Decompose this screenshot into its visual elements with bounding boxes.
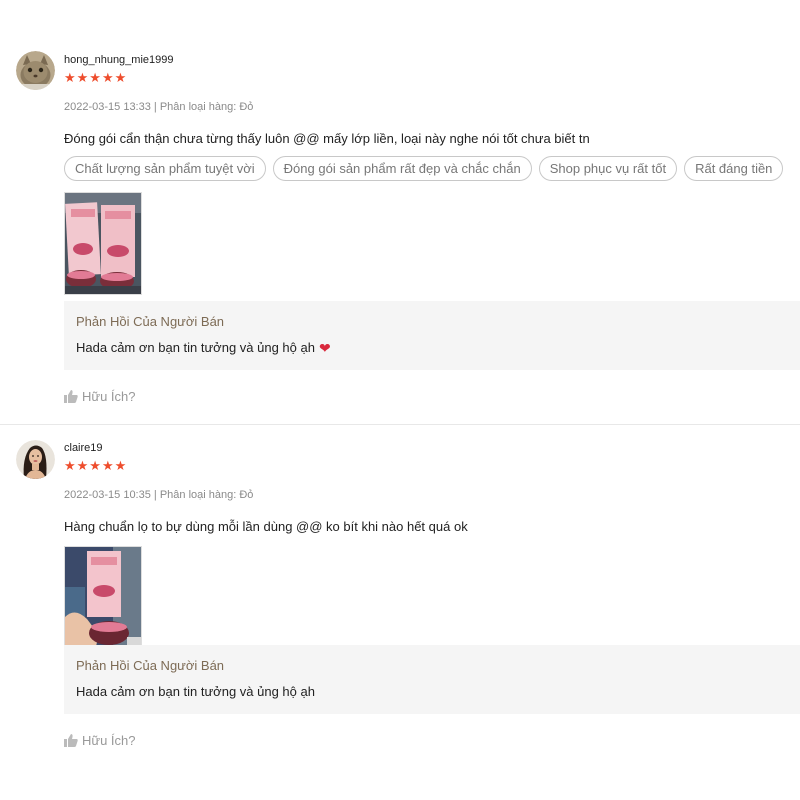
- review-tag: Chất lượng sản phẩm tuyệt vời: [64, 156, 266, 181]
- star-rating: ★★★★★: [64, 458, 128, 473]
- username[interactable]: hong_nhung_mie1999: [64, 54, 800, 66]
- seller-reply-text: Hada cảm ơn bạn tin tưởng và ủng hộ ạh: [76, 340, 315, 355]
- review-item: claire19 ★★★★★ 2022-03-15 10:35 | Phân l…: [0, 426, 800, 800]
- heart-icon: ❤: [318, 340, 331, 356]
- avatar[interactable]: [16, 51, 55, 90]
- review-tag: Rất đáng tiền: [684, 156, 784, 181]
- seller-reply-title: Phản Hồi Của Người Bán: [76, 314, 225, 329]
- review-tag: Shop phục vụ rất tốt: [538, 156, 678, 181]
- review-photo[interactable]: [64, 546, 142, 649]
- review-meta: 2022-03-15 13:33 | Phân loại hàng: Đỏ: [64, 101, 254, 113]
- seller-reply: Phản Hồi Của Người Bán Hada cảm ơn bạn t…: [64, 301, 800, 370]
- helpful-label: Hữu Ích?: [82, 733, 136, 748]
- username[interactable]: claire19: [64, 442, 800, 454]
- review-meta: 2022-03-15 10:35 | Phân loại hàng: Đỏ: [64, 489, 254, 501]
- review-tag: Đóng gói sản phẩm rất đẹp và chắc chắn: [272, 156, 532, 181]
- helpful-button[interactable]: Hữu Ích?: [64, 733, 136, 749]
- review-photo[interactable]: [64, 192, 142, 295]
- review-tags: Chất lượng sản phẩm tuyệt vời Đóng gói sả…: [64, 156, 800, 182]
- review-comment: Hàng chuẩn lọ to bự dùng mỗi lần dùng @@…: [64, 519, 468, 534]
- star-rating: ★★★★★: [64, 70, 128, 85]
- helpful-label: Hữu Ích?: [82, 389, 136, 404]
- avatar[interactable]: [16, 440, 55, 479]
- review-comment: Đóng gói cẩn thận chưa từng thấy luôn @@…: [64, 131, 590, 146]
- seller-reply-title: Phản Hồi Của Người Bán: [76, 658, 225, 673]
- helpful-button[interactable]: Hữu Ích?: [64, 389, 136, 405]
- thumbs-up-icon: [64, 390, 78, 403]
- thumbs-up-icon: [64, 734, 78, 747]
- seller-reply: Phản Hồi Của Người Bán Hada cảm ơn bạn t…: [64, 645, 800, 714]
- seller-reply-text: Hada cảm ơn bạn tin tưởng và ủng hộ ạh: [76, 684, 315, 699]
- review-item: hong_nhung_mie1999 ★★★★★ 2022-03-15 13:3…: [0, 0, 800, 425]
